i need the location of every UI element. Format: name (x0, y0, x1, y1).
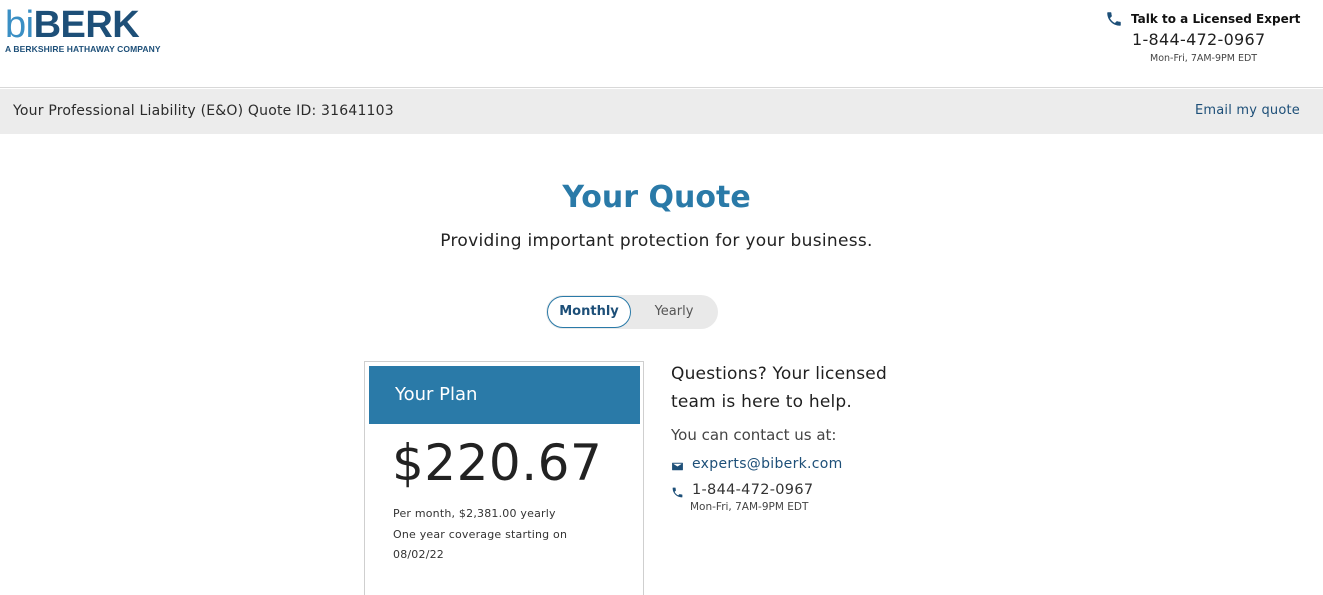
biberk-logo[interactable]: biBERK A BERKSHIRE HATHAWAY COMPANY (5, 6, 161, 54)
help-email-row: experts@biberk.com (671, 456, 911, 472)
logo-tagline: A BERKSHIRE HATHAWAY COMPANY (5, 44, 161, 54)
plan-card: Your Plan $220.67 Per month, $2,381.00 y… (364, 361, 644, 595)
header-contact: Talk to a Licensed Expert 1-844-472-0967… (1105, 10, 1315, 64)
toggle-monthly[interactable]: Monthly (547, 296, 631, 328)
page-subtitle: Providing important protection for your … (440, 231, 873, 251)
help-title: Questions? Your licensed team is here to… (671, 364, 887, 412)
plan-price-detail: Per month, $2,381.00 yearly (393, 507, 556, 520)
quote-id-text: Your Professional Liability (E&O) Quote … (13, 103, 394, 119)
email-my-quote-link[interactable]: Email my quote (1195, 103, 1300, 118)
header-hours: Mon-Fri, 7AM-9PM EDT (1150, 53, 1258, 64)
help-hours: Mon-Fri, 7AM-9PM EDT (690, 501, 809, 513)
page-title: Your Quote (562, 180, 751, 215)
talk-to-expert-label: Talk to a Licensed Expert (1131, 12, 1301, 26)
logo-wordmark: biBERK (5, 4, 140, 46)
help-section: Questions? Your licensed team is here to… (671, 360, 911, 513)
help-contact-intro: You can contact us at: (671, 426, 837, 444)
toggle-yearly[interactable]: Yearly (634, 296, 714, 328)
header-phone-number[interactable]: 1-844-472-0967 (1132, 30, 1315, 49)
plan-price: $220.67 (392, 434, 603, 492)
help-phone-number[interactable]: 1-844-472-0967 (692, 482, 813, 498)
help-phone-row: 1-844-472-0967 (671, 482, 911, 498)
mail-icon (671, 458, 684, 471)
quote-id-bar: Your Professional Liability (E&O) Quote … (0, 89, 1323, 134)
plan-coverage-text: One year coverage starting on (393, 528, 568, 541)
site-header: biBERK A BERKSHIRE HATHAWAY COMPANY Talk… (0, 0, 1323, 88)
plan-heading: Your Plan (369, 366, 640, 424)
phone-icon (1105, 10, 1123, 28)
help-email-link[interactable]: experts@biberk.com (692, 456, 843, 472)
plan-coverage-date: 08/02/22 (393, 548, 445, 561)
phone-icon (671, 484, 684, 497)
billing-frequency-toggle: Monthly Yearly (546, 295, 718, 329)
